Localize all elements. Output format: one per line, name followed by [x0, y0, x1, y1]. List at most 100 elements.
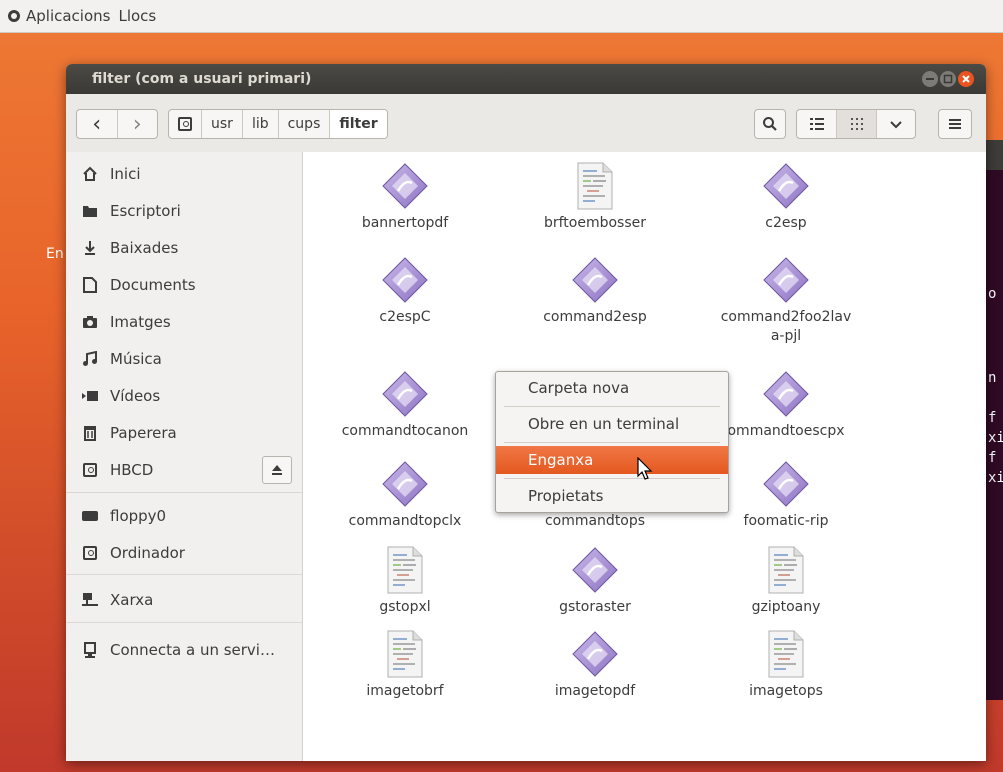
sidebar-item-label: floppy0 [110, 507, 167, 525]
sidebar-item-desktop[interactable]: Escriptori [66, 197, 302, 225]
sidebar-item-downloads[interactable]: Baixades [66, 234, 302, 262]
sidebar-item-trash[interactable]: Paperera [66, 419, 302, 447]
file-name: bannertopdf [361, 215, 449, 231]
forward-button[interactable]: › [118, 110, 158, 138]
grid-view-button[interactable] [837, 110, 877, 138]
menu-item-new-folder[interactable]: Carpeta nova [496, 374, 728, 402]
executable-file-icon [706, 160, 866, 212]
file-item[interactable]: bannertopdf [325, 160, 485, 233]
floppy-icon [82, 508, 98, 524]
path-segment-usr[interactable]: usr [202, 110, 243, 138]
terminal-line: xi [988, 430, 1003, 446]
places-sidebar: Inici Escriptori Baixades Documents Imat… [66, 152, 303, 761]
sidebar-item-floppy[interactable]: floppy0 [66, 502, 302, 530]
terminal-window-peek[interactable]: o n f xi f xi [985, 140, 1003, 700]
sidebar-separator [66, 574, 302, 575]
maximize-button[interactable] [940, 71, 956, 87]
file-item[interactable]: command2esp [515, 254, 675, 327]
eject-button[interactable] [262, 456, 292, 484]
terminal-titlebar [985, 140, 1003, 170]
file-item[interactable]: imagetops [706, 628, 866, 701]
text-file-icon [325, 628, 485, 680]
file-item[interactable]: imagetobrf [325, 628, 485, 701]
file-name: commandtocanon [341, 423, 469, 439]
sidebar-item-network[interactable]: Xarxa [66, 586, 302, 614]
path-segment-cups[interactable]: cups [279, 110, 331, 138]
file-item[interactable]: command2foo2lav a-pjl [706, 254, 866, 346]
menu-item-properties[interactable]: Propietats [496, 482, 728, 510]
file-item-partial[interactable] [761, 744, 811, 761]
search-button[interactable] [755, 110, 785, 138]
list-view-button[interactable] [797, 110, 837, 138]
menu-item-label: Carpeta nova [528, 379, 630, 397]
file-item[interactable]: brftoembosser [515, 160, 675, 233]
minimize-button[interactable] [922, 71, 938, 87]
sidebar-item-videos[interactable]: Vídeos [66, 382, 302, 410]
window-title: filter (com a usuari primari) [92, 71, 312, 87]
file-item[interactable]: commandtopclx [325, 458, 485, 531]
sidebar-separator [66, 492, 302, 493]
list-view-icon [809, 118, 824, 130]
sidebar-item-label: HBCD [110, 461, 154, 479]
path-segment-filter[interactable]: filter [330, 110, 387, 138]
sidebar-item-computer[interactable]: Ordinador [66, 539, 302, 567]
sidebar-item-music[interactable]: Música [66, 345, 302, 373]
trash-icon [82, 425, 98, 441]
sidebar-item-home[interactable]: Inici [66, 160, 302, 188]
file-item[interactable]: ommandtoescpx [706, 368, 866, 441]
view-options-button[interactable] [877, 110, 915, 138]
hamburger-menu-icon [949, 119, 961, 129]
file-item-partial[interactable] [570, 742, 620, 761]
menu-button-wrap [938, 109, 972, 139]
file-item[interactable]: foomatic-rip [706, 458, 866, 531]
file-item[interactable]: commandtocanon [325, 368, 485, 441]
drive-icon [82, 462, 98, 478]
eject-icon [272, 465, 282, 475]
file-name: c2espC [379, 309, 431, 325]
sidebar-item-pictures[interactable]: Imatges [66, 308, 302, 336]
text-file-icon [706, 628, 866, 680]
ubuntu-logo-icon[interactable] [8, 10, 20, 22]
close-button[interactable] [958, 71, 974, 87]
file-name: command2esp [543, 309, 647, 325]
terminal-line: f [988, 450, 997, 466]
window-titlebar[interactable]: filter (com a usuari primari) [66, 64, 986, 94]
path-bar: usr lib cups filter [168, 109, 388, 139]
path-root-button[interactable] [169, 110, 202, 138]
menu-separator [504, 406, 720, 407]
places-menu[interactable]: Llocs [118, 7, 156, 25]
sidebar-item-label: Baixades [110, 239, 179, 257]
file-item[interactable]: imagetopdf [515, 628, 675, 701]
executable-file-icon [515, 628, 675, 680]
file-item-partial[interactable] [380, 747, 430, 761]
sidebar-item-hbcd[interactable]: HBCD [66, 456, 302, 484]
hamburger-menu-button[interactable] [939, 110, 971, 138]
file-name: imagetobrf [366, 683, 444, 699]
sidebar-item-label: Paperera [110, 424, 177, 442]
executable-file-icon [706, 458, 866, 510]
executable-file-icon [515, 254, 675, 306]
executable-file-icon [706, 368, 866, 420]
maximize-icon [943, 74, 953, 84]
sidebar-item-label: Escriptori [110, 202, 181, 220]
terminal-line: o [988, 286, 997, 302]
file-item[interactable]: gstoraster [515, 544, 675, 617]
sidebar-item-connect-server[interactable]: Connecta a un servi… [66, 636, 302, 664]
sidebar-separator [66, 622, 302, 623]
menu-item-open-terminal[interactable]: Obre en un terminal [496, 410, 728, 438]
sidebar-item-label: Música [110, 350, 162, 368]
document-icon [82, 277, 98, 293]
history-buttons: ‹ › [76, 109, 158, 139]
applications-menu[interactable]: Aplicacions [26, 7, 110, 25]
download-icon [82, 240, 98, 256]
file-item[interactable]: gstopxl [325, 544, 485, 617]
back-button[interactable]: ‹ [77, 110, 118, 138]
file-item[interactable]: c2espC [325, 254, 485, 327]
file-item[interactable]: gziptoany [706, 544, 866, 617]
menu-item-label: Propietats [528, 487, 604, 505]
file-name: foomatic-rip [743, 513, 829, 529]
menu-item-paste[interactable]: Enganxa [496, 446, 728, 474]
file-item[interactable]: c2esp [706, 160, 866, 233]
path-segment-lib[interactable]: lib [243, 110, 279, 138]
sidebar-item-documents[interactable]: Documents [66, 271, 302, 299]
